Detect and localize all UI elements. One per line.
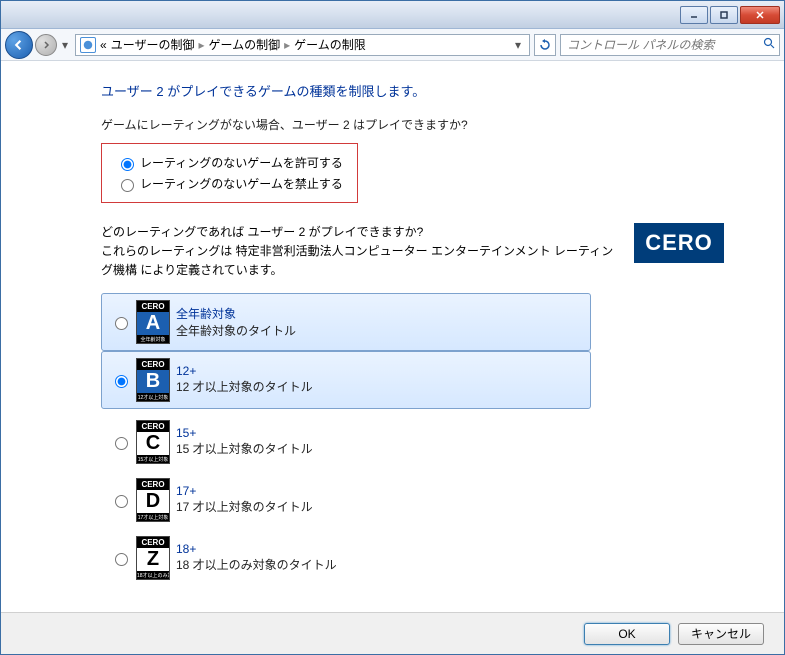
rating-text: 18+18 才以上のみ対象のタイトル bbox=[176, 542, 337, 573]
rating-title: 17+ bbox=[176, 484, 313, 498]
rating-title: 18+ bbox=[176, 542, 337, 556]
search-input[interactable] bbox=[565, 37, 763, 53]
radio-allow-unrated[interactable]: レーティングのないゲームを許可する bbox=[116, 152, 343, 173]
addressbar: ▾ « ユーザーの制御 ▸ ゲームの制御 ▸ ゲームの制限 ▾ bbox=[1, 29, 784, 61]
rating-radio-d[interactable] bbox=[115, 495, 128, 508]
breadcrumb[interactable]: « ユーザーの制御 ▸ ゲームの制御 ▸ ゲームの制限 ▾ bbox=[75, 34, 530, 56]
footer: OK キャンセル bbox=[1, 612, 784, 654]
rating-item-d[interactable]: CEROD17才以上対象17+17 才以上対象のタイトル bbox=[101, 471, 591, 529]
cero-logo: CERO bbox=[634, 223, 724, 263]
rating-radio-z[interactable] bbox=[115, 553, 128, 566]
cero-badge-c: CEROC15才以上対象 bbox=[136, 420, 170, 464]
ok-button[interactable]: OK bbox=[584, 623, 670, 645]
rating-title: 12+ bbox=[176, 364, 313, 378]
cero-badge-z: CEROZ18才以上のみ対象 bbox=[136, 536, 170, 580]
page-heading: ユーザー 2 がプレイできるゲームの種類を制限します。 bbox=[101, 81, 744, 100]
rating-radio-a[interactable] bbox=[115, 317, 128, 330]
unrated-radio-group: レーティングのないゲームを許可する レーティングのないゲームを禁止する bbox=[101, 143, 358, 203]
rating-item-b[interactable]: CEROB12才以上対象12+12 才以上対象のタイトル bbox=[101, 351, 591, 409]
radio-block-label: レーティングのないゲームを禁止する bbox=[140, 175, 343, 192]
breadcrumb-dropdown[interactable]: ▾ bbox=[511, 38, 525, 52]
rating-question-block: どのレーティングであれば ユーザー 2 がプレイできますか? これらのレーティン… bbox=[101, 223, 744, 281]
rating-desc: 全年齢対象のタイトル bbox=[176, 322, 296, 339]
rating-desc: 15 才以上対象のタイトル bbox=[176, 440, 313, 457]
rating-question-line2: これらのレーティングは 特定非営利活動法人コンピューター エンターテインメント … bbox=[101, 244, 613, 277]
rating-text: 全年齢対象全年齢対象のタイトル bbox=[176, 305, 296, 339]
cero-badge-d: CEROD17才以上対象 bbox=[136, 478, 170, 522]
close-button[interactable] bbox=[740, 6, 780, 24]
search-box[interactable] bbox=[560, 34, 780, 56]
titlebar bbox=[1, 1, 784, 29]
rating-item-z[interactable]: CEROZ18才以上のみ対象18+18 才以上のみ対象のタイトル bbox=[101, 529, 591, 587]
rating-text: 17+17 才以上対象のタイトル bbox=[176, 484, 313, 515]
rating-list: CEROA全年齢対象全年齢対象全年齢対象のタイトルCEROB12才以上対象12+… bbox=[101, 293, 744, 587]
cero-badge-b: CEROB12才以上対象 bbox=[136, 358, 170, 402]
breadcrumb-separator-icon: ▸ bbox=[198, 38, 204, 52]
rating-item-a[interactable]: CEROA全年齢対象全年齢対象全年齢対象のタイトル bbox=[101, 293, 591, 351]
rating-question-text: どのレーティングであれば ユーザー 2 がプレイできますか? これらのレーティン… bbox=[101, 223, 614, 281]
rating-title: 15+ bbox=[176, 426, 313, 440]
radio-allow-label: レーティングのないゲームを許可する bbox=[140, 154, 343, 171]
radio-block-unrated[interactable]: レーティングのないゲームを禁止する bbox=[116, 173, 343, 194]
breadcrumb-item[interactable]: ゲームの制御 bbox=[208, 36, 280, 53]
rating-desc: 18 才以上のみ対象のタイトル bbox=[176, 556, 337, 573]
rating-desc: 17 才以上対象のタイトル bbox=[176, 498, 313, 515]
back-button[interactable] bbox=[5, 31, 33, 59]
radio-allow-input[interactable] bbox=[121, 158, 134, 171]
content-area: ユーザー 2 がプレイできるゲームの種類を制限します。 ゲームにレーティングがな… bbox=[1, 61, 784, 612]
refresh-button[interactable] bbox=[534, 34, 556, 56]
cero-badge-a: CEROA全年齢対象 bbox=[136, 300, 170, 344]
window: ▾ « ユーザーの制御 ▸ ゲームの制御 ▸ ゲームの制限 ▾ ユーザー 2 が… bbox=[0, 0, 785, 655]
radio-block-input[interactable] bbox=[121, 179, 134, 192]
breadcrumb-item[interactable]: ユーザーの制御 bbox=[111, 36, 195, 53]
rating-item-c[interactable]: CEROC15才以上対象15+15 才以上対象のタイトル bbox=[101, 413, 591, 471]
question-unrated: ゲームにレーティングがない場合、ユーザー 2 はプレイできますか? bbox=[101, 116, 744, 133]
cancel-button[interactable]: キャンセル bbox=[678, 623, 764, 645]
breadcrumb-item[interactable]: ゲームの制限 bbox=[294, 36, 366, 53]
breadcrumb-prefix: « bbox=[100, 38, 107, 52]
rating-desc: 12 才以上対象のタイトル bbox=[176, 378, 313, 395]
rating-highlight-group: CEROA全年齢対象全年齢対象全年齢対象のタイトルCEROB12才以上対象12+… bbox=[101, 293, 591, 409]
rating-question-line1: どのレーティングであれば ユーザー 2 がプレイできますか? bbox=[101, 225, 423, 239]
rating-text: 15+15 才以上対象のタイトル bbox=[176, 426, 313, 457]
forward-button[interactable] bbox=[35, 34, 57, 56]
nav-history-dropdown[interactable]: ▾ bbox=[59, 34, 71, 56]
rating-radio-c[interactable] bbox=[115, 437, 128, 450]
rating-radio-b[interactable] bbox=[115, 375, 128, 388]
breadcrumb-separator-icon: ▸ bbox=[284, 38, 290, 52]
minimize-button[interactable] bbox=[680, 6, 708, 24]
rating-text: 12+12 才以上対象のタイトル bbox=[176, 364, 313, 395]
control-panel-icon bbox=[80, 37, 96, 53]
rating-title: 全年齢対象 bbox=[176, 305, 296, 322]
search-icon[interactable] bbox=[763, 37, 775, 52]
maximize-button[interactable] bbox=[710, 6, 738, 24]
